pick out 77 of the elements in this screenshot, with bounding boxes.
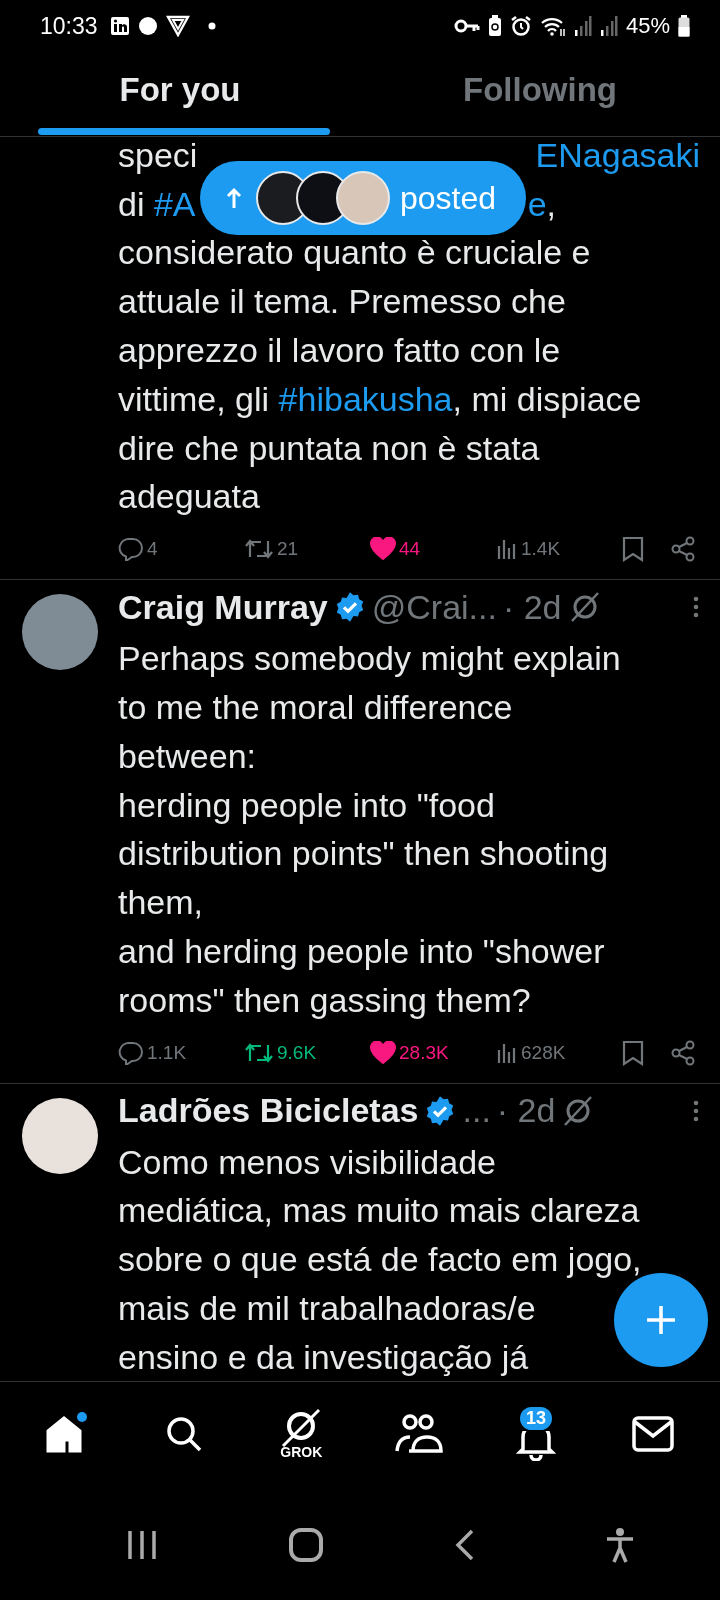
linkedin-icon — [109, 16, 130, 36]
home-button-icon[interactable] — [288, 1527, 325, 1563]
battery-saver-icon — [487, 15, 502, 37]
post-text-line: apprezzo il lavoro fatto con le — [118, 331, 561, 371]
signal-icon — [599, 16, 618, 36]
post-time: · 2d — [496, 1091, 556, 1131]
author-name[interactable]: Craig Murray — [118, 587, 328, 627]
like-button[interactable]: 44 — [370, 537, 470, 562]
post-text-line: rooms" then gassing them? — [118, 980, 531, 1020]
status-time: 10:33 — [40, 12, 98, 40]
bookmark-icon[interactable] — [622, 1039, 644, 1066]
post-text-line: mais de mil trabalhadoras/e — [118, 1289, 536, 1329]
post-text-line: distribution points" then shooting — [118, 834, 609, 874]
post-text-line: vittime, gli #hibakusha, mi dispiace — [118, 379, 642, 419]
post-text-line: herding people into "food — [118, 785, 495, 825]
search-icon[interactable] — [164, 1414, 204, 1454]
more-icon[interactable] — [692, 1098, 700, 1123]
post-text-line: ENagasaki — [535, 137, 700, 175]
post-text-line: dire che puntata non è stata — [118, 428, 540, 468]
accessibility-icon[interactable] — [605, 1527, 636, 1563]
post-text-line: Perhaps somebody might explain — [118, 639, 621, 679]
views-button[interactable]: 1.4K — [496, 538, 596, 561]
post-text-line: e, — [527, 184, 556, 224]
bell-icon[interactable] — [514, 1431, 557, 1461]
alarm-icon — [509, 15, 532, 37]
repost-button[interactable]: 21 — [244, 537, 344, 562]
people-icon[interactable] — [394, 1413, 443, 1455]
views-button[interactable]: 628K — [496, 1041, 596, 1064]
post-time: · 2d — [502, 587, 562, 627]
notification-count: 13 — [519, 1407, 552, 1430]
circle-icon — [137, 16, 158, 36]
new-posts-button[interactable]: posted — [200, 161, 526, 235]
like-button[interactable]: 28.3K — [370, 1040, 470, 1065]
share-icon[interactable] — [670, 536, 696, 563]
bookmark-icon[interactable] — [622, 536, 644, 563]
more-icon[interactable] — [692, 595, 700, 620]
signal-icon — [573, 16, 592, 36]
post-text-line: and herding people into "shower — [118, 932, 605, 972]
envelope-icon[interactable] — [632, 1416, 675, 1452]
dot-icon — [207, 22, 216, 30]
author-name[interactable]: Ladrões Bicicletas — [118, 1091, 419, 1131]
repost-button[interactable]: 9.6K — [244, 1040, 344, 1065]
wifi-icon — [539, 15, 566, 37]
author-handle: @Crai... — [371, 587, 497, 627]
avatar-placeholder — [336, 171, 390, 225]
bar-chart-icon — [496, 538, 518, 561]
heart-icon — [370, 1040, 396, 1065]
post-text-line: between: — [118, 736, 256, 776]
post-text-line: speci — [118, 137, 198, 175]
post-text-line: Como menos visibilidade — [118, 1142, 496, 1182]
feed-tab[interactable]: Following — [360, 52, 720, 128]
key-icon — [453, 18, 480, 34]
reply-button[interactable]: 4 — [118, 537, 218, 562]
shield-icon — [165, 15, 190, 37]
grok-tab[interactable]: GROK — [279, 1408, 324, 1460]
post-text-line: them, — [118, 883, 204, 923]
plus-icon — [645, 1304, 677, 1336]
battery-icon — [678, 15, 690, 37]
post-text-line: adeguata — [118, 477, 260, 517]
battery-level: 45% — [625, 13, 670, 39]
share-icon[interactable] — [670, 1039, 696, 1066]
feed-tab[interactable]: For you — [0, 52, 360, 128]
post-text-line: mediática, mas muito mais clareza — [118, 1191, 640, 1231]
bar-chart-icon — [496, 1041, 518, 1064]
speech-bubble-icon — [118, 537, 144, 562]
post-text-line: sobre o que está de facto em jogo, — [118, 1240, 642, 1280]
heart-icon — [370, 537, 396, 562]
post-text-line: ensino e da investigação já — [118, 1337, 529, 1377]
post-text-line: considerato quanto è cruciale e — [118, 233, 591, 273]
post-text-line: to me the moral difference — [118, 688, 513, 728]
reply-button[interactable]: 1.1K — [118, 1040, 218, 1065]
post-text-line: attuale il tema. Premesso che — [118, 282, 566, 322]
speech-bubble-icon — [118, 1040, 144, 1065]
arrow-up-icon — [226, 187, 242, 209]
post-text-line: di #A — [118, 184, 196, 224]
author-handle: ... — [462, 1091, 491, 1131]
back-icon[interactable] — [453, 1529, 476, 1561]
